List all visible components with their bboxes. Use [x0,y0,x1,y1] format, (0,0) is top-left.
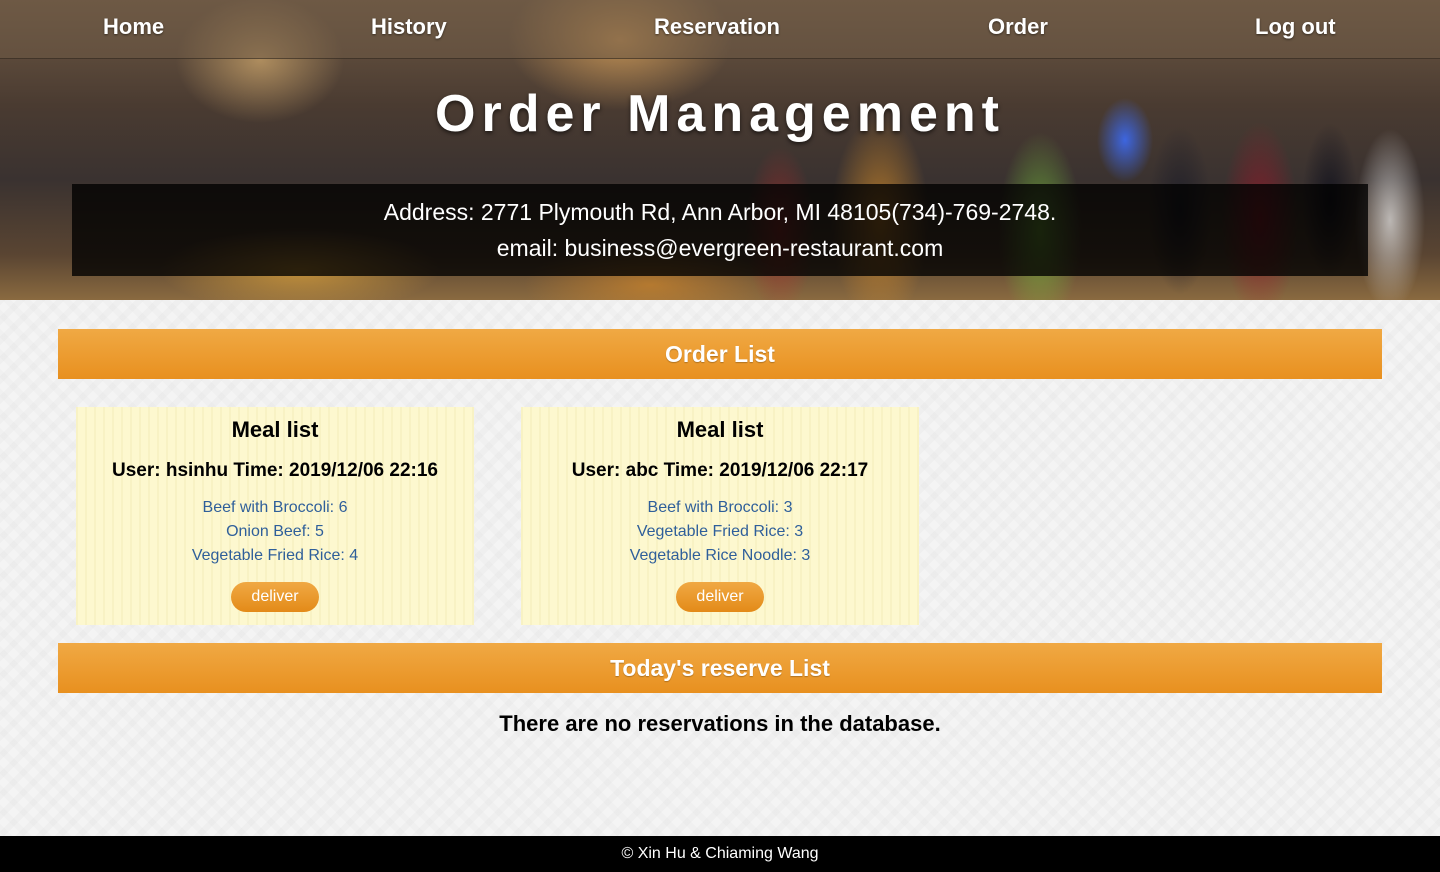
nav-logout-link[interactable]: Log out [1255,14,1336,40]
order-card: Meal list User: hsinhu Time: 2019/12/06 … [76,407,474,625]
meal-item: Onion Beef: 5 [226,523,324,540]
nav-home-link[interactable]: Home [103,14,164,40]
meal-list-title: Meal list [231,417,319,442]
meal-list-title: Meal list [676,417,764,442]
nav-history-link[interactable]: History [371,14,447,40]
meal-items-list: Beef with Broccoli: 3 Vegetable Fried Ri… [521,496,919,568]
order-user-time: User: abc Time: 2019/12/06 22:17 [571,460,869,481]
page-title: Order Management [435,85,1005,143]
meal-item: Beef with Broccoli: 6 [202,499,348,516]
order-card: Meal list User: abc Time: 2019/12/06 22:… [521,407,919,625]
deliver-button[interactable]: deliver [231,582,319,612]
meal-item: Beef with Broccoli: 3 [647,499,793,516]
address-text: Address: 2771 Plymouth Rd, Ann Arbor, MI… [383,199,1057,225]
meal-item: Vegetable Rice Noodle: 3 [629,547,811,564]
meal-item: Vegetable Fried Rice: 3 [636,523,804,540]
contact-info-box: Address: 2771 Plymouth Rd, Ann Arbor, MI… [72,184,1368,276]
order-list-header: Order List [58,329,1382,379]
order-user-time: User: hsinhu Time: 2019/12/06 22:16 [112,460,438,481]
no-reservations-message: There are no reservations in the databas… [499,711,941,736]
hero-header: Home History Reservation Order Log out O… [0,0,1440,300]
email-text: email: business@evergreen-restaurant.com [496,235,944,261]
deliver-button[interactable]: deliver [676,582,764,612]
footer-copyright: © Xin Hu & Chiaming Wang [621,845,819,862]
top-nav: Home History Reservation Order Log out [0,0,1440,59]
reserve-list-header: Today's reserve List [58,643,1382,693]
nav-reservation-link[interactable]: Reservation [654,14,780,40]
meal-items-list: Beef with Broccoli: 6 Onion Beef: 5 Vege… [76,496,474,568]
meal-item: Vegetable Fried Rice: 4 [191,547,359,564]
footer: © Xin Hu & Chiaming Wang [0,836,1440,872]
nav-order-link[interactable]: Order [988,14,1048,40]
